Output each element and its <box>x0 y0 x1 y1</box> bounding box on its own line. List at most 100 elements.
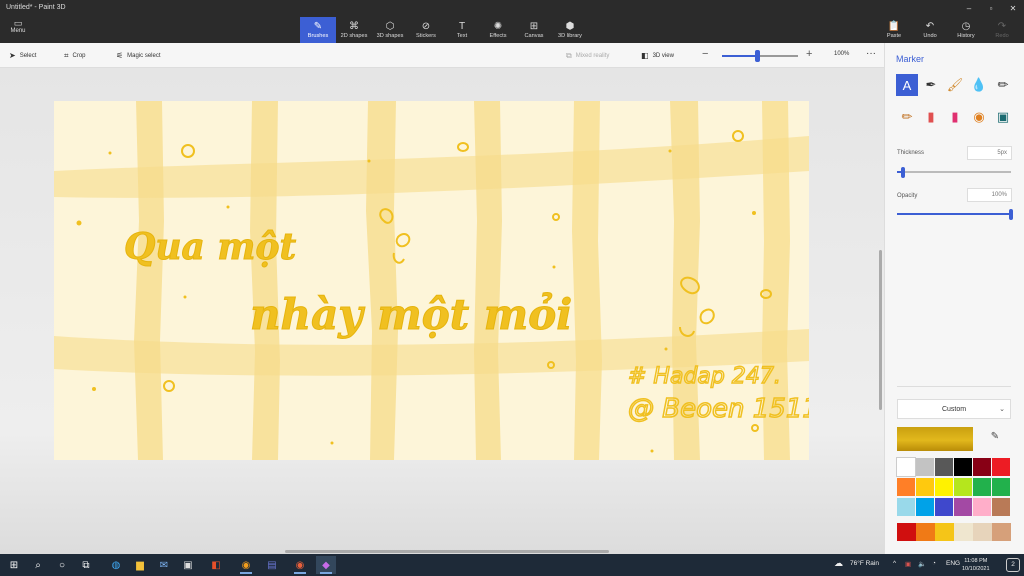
minimize-button[interactable]: – <box>958 0 980 16</box>
magic-select-button[interactable]: ⚟ Magic select <box>116 51 161 60</box>
vertical-scrollbar[interactable] <box>879 250 882 410</box>
color-swatch[interactable] <box>935 478 953 496</box>
antivirus-icon[interactable]: ▣ <box>905 560 911 568</box>
language-indicator[interactable]: ENG <box>946 560 960 567</box>
recent-color-swatch[interactable] <box>916 523 935 541</box>
start-windows-icon[interactable]: ⊞ <box>4 556 24 574</box>
crayon-brush-icon[interactable]: ▮ <box>944 106 966 128</box>
recent-color-swatch[interactable] <box>954 523 973 541</box>
pixel-pen-brush-icon[interactable]: ✏ <box>992 74 1014 96</box>
recent-color-swatch[interactable] <box>897 523 916 541</box>
ribbon-tools: ✎ Brushes ⌘ 2D shapes ⬡ 3D shapes ⊘ Stickers T Te… <box>300 17 588 43</box>
fill-brush-icon[interactable]: ▣ <box>992 106 1014 128</box>
store-icon[interactable]: ▣ <box>178 556 198 574</box>
history-button[interactable]: ◷ History <box>948 17 984 43</box>
color-swatch[interactable] <box>954 458 972 476</box>
volume-icon[interactable]: 🔈 <box>918 560 926 568</box>
color-swatch[interactable] <box>954 478 972 496</box>
color-swatch[interactable] <box>935 458 953 476</box>
current-color-swatch[interactable] <box>897 427 973 451</box>
pencil-brush-icon[interactable]: ✏ <box>896 106 918 128</box>
cortana-icon[interactable]: ○ <box>52 556 72 574</box>
taskbar: ⊞ ⌕ ○ ⧉ ◍ ▆ ✉ ▣ ◧ ◉ ▤ ◉ ◆ ☁ 76°F Rain ^ … <box>0 554 1024 576</box>
thickness-input[interactable]: 5px <box>967 146 1012 160</box>
office-icon[interactable]: ◧ <box>206 556 226 574</box>
tool-effects[interactable]: ✺ Effects <box>480 17 516 43</box>
zoom-out-button[interactable]: − <box>702 48 708 60</box>
clock[interactable]: 11:08 PM 10/10/2021 <box>962 557 990 573</box>
color-swatch[interactable] <box>992 498 1010 516</box>
color-swatch[interactable] <box>992 458 1010 476</box>
recent-color-swatch[interactable] <box>973 523 992 541</box>
teams-icon[interactable]: ▤ <box>262 556 282 574</box>
watercolor-brush-icon[interactable]: 💧 <box>968 74 990 96</box>
notification-center-button[interactable]: 2 <box>1006 558 1020 572</box>
mixed-reality-button[interactable]: ⧉ Mixed reality <box>566 51 609 61</box>
thickness-slider-thumb[interactable] <box>900 167 905 178</box>
zoom-in-button[interactable]: + <box>806 48 812 60</box>
color-swatch[interactable] <box>973 458 991 476</box>
color-mode-dropdown[interactable]: Custom ⌄ <box>897 399 1011 419</box>
drawing-canvas[interactable]: Qua một nhày một mỏi # Hadap 247. @ Beoe… <box>54 101 809 460</box>
oil-brush-brush-icon[interactable]: 🖌 <box>944 74 966 96</box>
color-swatch[interactable] <box>992 478 1010 496</box>
opacity-input[interactable]: 100% <box>967 188 1012 202</box>
opacity-slider-fill <box>897 213 1011 215</box>
color-swatch[interactable] <box>935 498 953 516</box>
tool-stickers[interactable]: ⊘ Stickers <box>408 17 444 43</box>
color-swatch[interactable] <box>973 498 991 516</box>
tool-text[interactable]: T Text <box>444 17 480 43</box>
tool-3d-shapes[interactable]: ⬡ 3D shapes <box>372 17 408 43</box>
panel-divider <box>897 386 1011 387</box>
zoom-slider-thumb[interactable] <box>755 50 760 62</box>
color-swatch[interactable] <box>916 498 934 516</box>
tool-2d-shapes[interactable]: ⌘ 2D shapes <box>336 17 372 43</box>
color-swatch[interactable] <box>916 478 934 496</box>
tool-canvas[interactable]: ⊞ Canvas <box>516 17 552 43</box>
tool-3d-library[interactable]: ⬢ 3D library <box>552 17 588 43</box>
color-swatch[interactable] <box>973 478 991 496</box>
close-button[interactable]: ✕ <box>1002 0 1024 16</box>
select-button[interactable]: ➤ Select <box>9 51 36 60</box>
color-swatch[interactable] <box>897 498 915 516</box>
crop-button[interactable]: ⌗ Crop <box>64 51 86 61</box>
marker-brush-icon[interactable]: A <box>896 74 918 96</box>
eyedropper-icon[interactable]: ✎ <box>983 431 1007 447</box>
3d-view-button[interactable]: ◧ 3D view <box>641 51 674 60</box>
spray-can-brush-icon[interactable]: ◉ <box>968 106 990 128</box>
search-icon[interactable]: ⌕ <box>28 556 48 574</box>
tool-label: Effects <box>489 33 507 39</box>
edge-icon[interactable]: ◍ <box>106 556 126 574</box>
file-explorer-icon[interactable]: ▆ <box>130 556 150 574</box>
redo-button[interactable]: ↷ Redo <box>984 17 1020 43</box>
chrome-icon[interactable]: ◉ <box>236 556 256 574</box>
more-options-button[interactable]: ··· <box>866 48 876 59</box>
thickness-slider[interactable] <box>897 171 1011 173</box>
tool-brushes[interactable]: ✎ Brushes <box>300 17 336 43</box>
weather-text[interactable]: 76°F Rain <box>850 560 879 567</box>
weather-icon[interactable]: ☁ <box>834 558 843 569</box>
menu-button[interactable]: ▭ Menu <box>4 18 32 40</box>
mail-icon[interactable]: ✉ <box>154 556 174 574</box>
tool-label: 3D library <box>558 33 582 39</box>
calligraphy-pen-brush-icon[interactable]: ✒ <box>920 74 942 96</box>
undo-button[interactable]: ↶ Undo <box>912 17 948 43</box>
recent-color-swatch[interactable] <box>992 523 1011 541</box>
artwork-line-1: Qua một <box>124 226 296 268</box>
task-view-icon[interactable]: ⧉ <box>76 556 96 574</box>
color-swatch[interactable] <box>916 458 934 476</box>
paste-button[interactable]: 📋 Paste <box>876 17 912 43</box>
maximize-button[interactable]: ▫ <box>980 0 1002 16</box>
chrome-profile-icon[interactable]: ◉ <box>290 556 310 574</box>
eraser-brush-icon[interactable]: ▮ <box>920 106 942 128</box>
color-swatch[interactable] <box>897 478 915 496</box>
horizontal-scrollbar[interactable] <box>285 550 609 553</box>
paint-3d-icon[interactable]: ◆ <box>316 556 336 574</box>
tray-chevron-icon[interactable]: ^ <box>893 560 896 567</box>
redo-label: Redo <box>995 33 1009 39</box>
recent-color-swatch[interactable] <box>935 523 954 541</box>
color-swatch[interactable] <box>954 498 972 516</box>
network-icon[interactable]: ◔ <box>932 560 936 567</box>
color-swatch[interactable] <box>896 457 916 477</box>
opacity-slider-thumb[interactable] <box>1009 209 1013 220</box>
